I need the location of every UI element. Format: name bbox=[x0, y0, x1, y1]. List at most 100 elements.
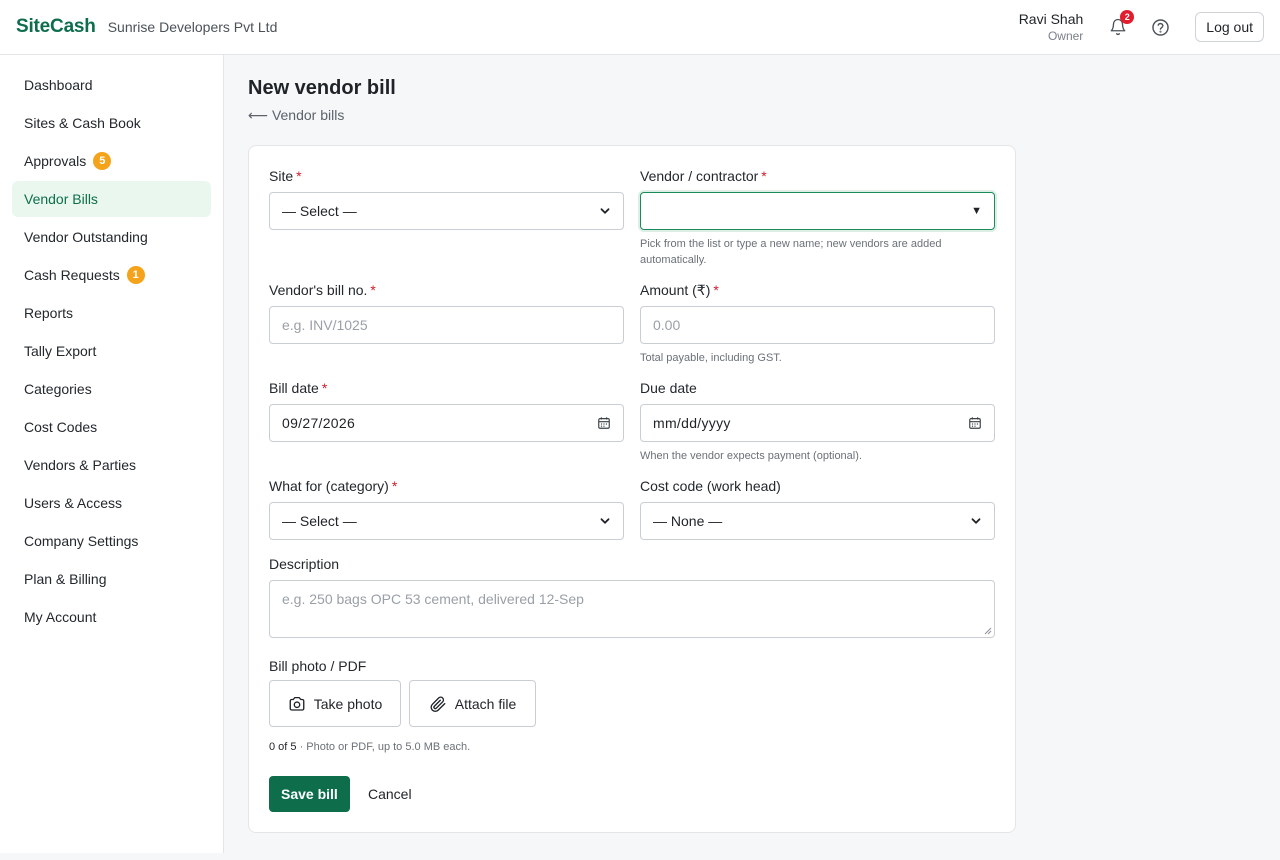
bill-date-label: Bill date bbox=[269, 380, 319, 396]
vendor-combobox[interactable]: ▼ bbox=[640, 192, 995, 230]
category-select[interactable]: — Select — bbox=[269, 502, 624, 540]
required-mark: * bbox=[761, 168, 767, 184]
page-title: New vendor bill bbox=[248, 77, 396, 99]
caret-down-icon[interactable]: ▼ bbox=[971, 205, 982, 217]
company-name: Sunrise Developers Pvt Ltd bbox=[107, 19, 278, 35]
vendor-label: Vendor / contractor bbox=[640, 168, 759, 184]
category-label: What for (category) bbox=[269, 478, 389, 494]
sidebar-item-cash-requests[interactable]: Cash Requests 1 bbox=[12, 257, 211, 293]
take-photo-label: Take photo bbox=[313, 695, 383, 712]
sidebar-item-label: Tally Export bbox=[24, 343, 97, 359]
sidebar-item-label: Sites & Cash Book bbox=[24, 115, 141, 131]
vendor-field: Vendor / contractor * ▼ Pick from the lis… bbox=[640, 166, 995, 268]
description-placeholder: e.g. 250 bags OPC 53 cement, delivered 1… bbox=[282, 591, 584, 607]
bill-date-input[interactable]: 09/27/2026 bbox=[269, 404, 624, 442]
bill-date-field: Bill date * 09/27/2026 bbox=[269, 378, 624, 442]
sidebar-item-vendor-outstanding[interactable]: Vendor Outstanding bbox=[12, 219, 211, 255]
back-to-vendor-bills-link[interactable]: ⟵ Vendor bills bbox=[248, 107, 344, 124]
user-name: Ravi Shah bbox=[1018, 10, 1084, 27]
sidebar-item-cost-codes[interactable]: Cost Codes bbox=[12, 409, 211, 445]
attach-file-button[interactable]: Attach file bbox=[409, 680, 536, 727]
due-date-value: mm/dd/yyyy bbox=[653, 415, 731, 431]
sidebar-item-tally-export[interactable]: Tally Export bbox=[12, 333, 211, 369]
sidebar-item-company-settings[interactable]: Company Settings bbox=[12, 523, 211, 559]
cost-code-label: Cost code (work head) bbox=[640, 478, 781, 494]
attachment-count: 0 of 5 bbox=[269, 741, 297, 753]
sidebar-item-sites-cash-book[interactable]: Sites & Cash Book bbox=[12, 105, 211, 141]
site-select-value: — Select — bbox=[282, 203, 357, 219]
description-textarea[interactable]: e.g. 250 bags OPC 53 cement, delivered 1… bbox=[269, 580, 995, 638]
logout-button[interactable]: Log out bbox=[1195, 12, 1264, 42]
amount-label: Amount (₹) bbox=[640, 282, 711, 298]
due-date-input[interactable]: mm/dd/yyyy bbox=[640, 404, 995, 442]
sidebar-item-users-access[interactable]: Users & Access bbox=[12, 485, 211, 521]
user-info: Ravi Shah Owner bbox=[1019, 11, 1084, 44]
sidebar-item-dashboard[interactable]: Dashboard bbox=[12, 67, 211, 103]
help-button[interactable] bbox=[1147, 14, 1173, 40]
attachment-counter: 0 of 5 · Photo or PDF, up to 5.0 MB each… bbox=[269, 741, 470, 753]
sidebar-item-my-account[interactable]: My Account bbox=[12, 599, 211, 635]
vendor-help-text: Pick from the list or type a new name; n… bbox=[640, 238, 942, 266]
sidebar-item-label: Vendor Bills bbox=[24, 191, 98, 207]
required-mark: * bbox=[713, 282, 719, 298]
sidebar-item-reports[interactable]: Reports bbox=[12, 295, 211, 331]
cost-code-select[interactable]: — None — bbox=[640, 502, 995, 540]
sidebar-item-label: Vendors & Parties bbox=[24, 457, 137, 473]
cash-requests-count-badge: 1 bbox=[126, 266, 145, 284]
calendar-icon[interactable] bbox=[597, 416, 611, 430]
site-select[interactable]: — Select — bbox=[269, 192, 624, 230]
cost-code-select-value: — None — bbox=[653, 513, 723, 529]
category-select-value: — Select — bbox=[282, 513, 357, 529]
sidebar-item-label: Plan & Billing bbox=[24, 571, 107, 587]
due-date-help-text: When the vendor expects payment (optiona… bbox=[640, 450, 862, 462]
paperclip-icon bbox=[430, 696, 446, 712]
chevron-down-icon bbox=[600, 518, 610, 524]
take-photo-button[interactable]: Take photo bbox=[269, 680, 401, 727]
bill-no-field: Vendor's bill no. * bbox=[269, 280, 624, 344]
required-mark: * bbox=[370, 282, 376, 298]
sidebar-item-plan-billing[interactable]: Plan & Billing bbox=[12, 561, 211, 597]
description-field: Description e.g. 250 bags OPC 53 cement,… bbox=[269, 554, 995, 638]
due-date-field: Due date mm/dd/yyyy When the vendor expe… bbox=[640, 378, 995, 464]
required-mark: * bbox=[391, 478, 398, 494]
attachments-label: Bill photo / PDF bbox=[269, 658, 367, 674]
top-header: SiteCash Sunrise Developers Pvt Ltd Ravi… bbox=[0, 0, 1280, 55]
bill-no-label: Vendor's bill no. bbox=[269, 282, 368, 298]
notifications-button[interactable]: 2 bbox=[1105, 10, 1135, 40]
due-date-label: Due date bbox=[640, 380, 697, 396]
calendar-icon[interactable] bbox=[968, 416, 982, 430]
resize-handle-icon[interactable] bbox=[984, 627, 992, 635]
sidebar-item-label: Reports bbox=[24, 305, 74, 321]
amount-field: Amount (₹)* Total payable, including GST… bbox=[640, 280, 995, 366]
save-bill-button[interactable]: Save bill bbox=[269, 776, 350, 812]
brand-logo[interactable]: SiteCash bbox=[16, 16, 96, 38]
vendor-bill-form: Site * — Select — Vendor / contractor * ▼ … bbox=[248, 145, 1016, 833]
sidebar-item-label: Company Settings bbox=[24, 533, 139, 549]
description-label: Description bbox=[269, 556, 340, 572]
approvals-count-badge: 5 bbox=[93, 152, 112, 170]
camera-icon bbox=[289, 696, 305, 711]
amount-help-text: Total payable, including GST. bbox=[640, 352, 782, 364]
cancel-button[interactable]: Cancel bbox=[368, 776, 412, 812]
sidebar-item-label: My Account bbox=[24, 609, 97, 625]
category-field: What for (category) * — Select — bbox=[269, 476, 624, 540]
sidebar-item-vendor-bills[interactable]: Vendor Bills bbox=[12, 181, 211, 217]
bill-date-value: 09/27/2026 bbox=[282, 415, 356, 431]
attachment-note: · Photo or PDF, up to 5.0 MB each. bbox=[296, 741, 471, 753]
sidebar-item-categories[interactable]: Categories bbox=[12, 371, 211, 407]
sidebar-item-label: Cash Requests bbox=[24, 267, 120, 283]
amount-input[interactable] bbox=[653, 317, 982, 333]
cost-code-field: Cost code (work head) — None — bbox=[640, 476, 995, 540]
site-field: Site * — Select — bbox=[269, 166, 624, 230]
chevron-down-icon bbox=[971, 518, 981, 524]
required-mark: * bbox=[296, 168, 302, 184]
bill-no-input[interactable] bbox=[282, 317, 611, 333]
sidebar-nav: Dashboard Sites & Cash Book Approvals 5 V… bbox=[0, 55, 224, 853]
header-actions: Ravi Shah Owner 2 Log out bbox=[1019, 10, 1264, 44]
site-label: Site bbox=[269, 168, 294, 184]
chevron-down-icon bbox=[600, 208, 610, 214]
attach-file-label: Attach file bbox=[454, 695, 517, 712]
sidebar-item-vendors-parties[interactable]: Vendors & Parties bbox=[12, 447, 211, 483]
sidebar-item-approvals[interactable]: Approvals 5 bbox=[12, 143, 211, 179]
sidebar-item-label: Dashboard bbox=[24, 77, 93, 93]
